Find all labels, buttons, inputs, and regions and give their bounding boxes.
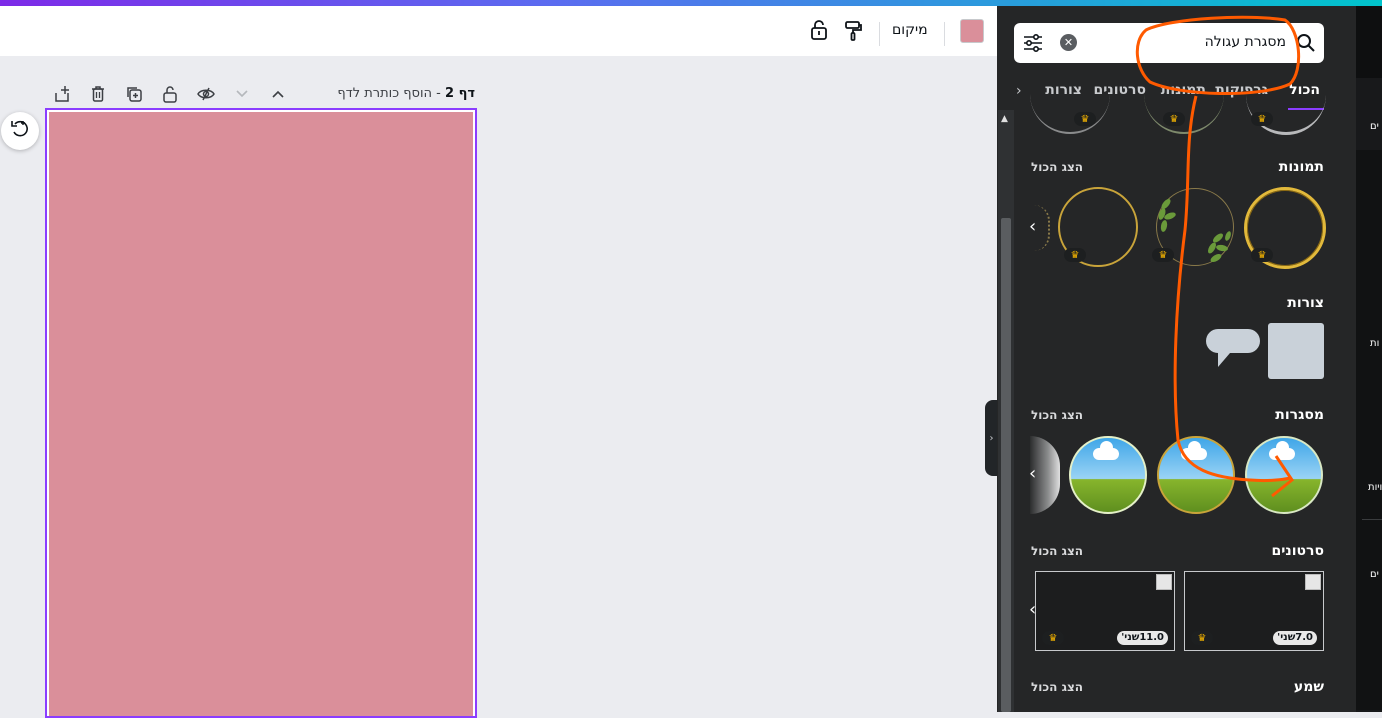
nav-item-label[interactable]: ים [1370, 569, 1379, 580]
section-title-photos: תמונות [1278, 159, 1324, 175]
frame-circle-2[interactable] [1157, 436, 1235, 514]
nav-item-label[interactable]: ויות [1368, 482, 1382, 493]
scroll-up-arrow[interactable]: ▲ [1001, 114, 1008, 124]
broken-image-icon [1305, 574, 1321, 590]
scrollbar-thumb[interactable] [1001, 218, 1011, 712]
section-title-shapes: צורות [1287, 295, 1324, 311]
hide-icon[interactable] [196, 84, 216, 104]
section-title-frames: מסגרות [1275, 407, 1324, 423]
page-number: דף 2 [445, 86, 475, 101]
video-duration: 11.0שני' [1117, 631, 1168, 645]
see-all-photos[interactable]: הצג הכול [1031, 160, 1083, 174]
design-page[interactable] [45, 108, 477, 718]
tabs-scroll-icon[interactable]: › [1016, 83, 1022, 99]
premium-crown-icon: ♛ [1251, 248, 1273, 262]
premium-crown-icon: ♛ [1042, 631, 1064, 645]
premium-crown-icon: ♛ [1191, 631, 1213, 645]
page-background[interactable] [49, 112, 473, 716]
video-thumb[interactable]: 11.0שני' ♛ [1035, 571, 1175, 651]
shape-square[interactable] [1268, 323, 1324, 379]
search-box[interactable]: מסגרת עגולה ✕ [1014, 23, 1324, 63]
chevron-down-icon[interactable] [232, 84, 252, 104]
video-duration: 7.0שני' [1273, 631, 1317, 645]
nav-column [1356, 150, 1382, 710]
chevron-right-icon: › [989, 432, 994, 444]
filter-icon[interactable] [1022, 32, 1044, 58]
toolbar-divider [879, 22, 880, 46]
see-all-frames[interactable]: הצג הכול [1031, 408, 1083, 422]
search-input[interactable]: מסגרת עגולה [1205, 34, 1286, 50]
rotate-refresh-button[interactable] [1, 112, 39, 150]
nav-divider [1362, 519, 1382, 520]
add-page-title-input[interactable]: הוסף כותרת לדף [337, 86, 432, 101]
premium-crown-icon: ♛ [1251, 112, 1273, 126]
editor-toolbar: מיקום [0, 6, 997, 56]
see-all-audio[interactable]: הצג הכול [1031, 680, 1083, 694]
premium-crown-icon: ♛ [1152, 248, 1174, 262]
scroll-left-arrow-icon[interactable]: ‹ [1029, 599, 1036, 620]
shape-speech-bubble[interactable] [1204, 327, 1260, 375]
rotate-icon [9, 118, 31, 144]
frame-circle-1[interactable] [1245, 436, 1323, 514]
nav-item-label[interactable]: ות [1370, 338, 1379, 349]
toolbar-divider [944, 22, 945, 46]
lock-icon[interactable] [808, 18, 830, 42]
premium-crown-icon: ♛ [1163, 112, 1185, 126]
premium-crown-icon: ♛ [1074, 112, 1096, 126]
trash-icon[interactable] [88, 84, 108, 104]
broken-image-icon [1156, 574, 1172, 590]
add-page-icon[interactable] [52, 84, 72, 104]
position-button[interactable]: מיקום [892, 22, 928, 38]
section-title-videos: סרטונים [1271, 543, 1324, 559]
section-title-audio: שמע [1293, 679, 1324, 695]
page-title[interactable]: דף 2 - הוסף כותרת לדף [337, 86, 475, 101]
chevron-up-icon[interactable] [268, 84, 288, 104]
see-all-videos[interactable]: הצג הכול [1031, 544, 1083, 558]
duplicate-icon[interactable] [124, 84, 144, 104]
nav-item-label[interactable]: ים [1370, 121, 1379, 132]
paint-roller-icon[interactable] [842, 19, 864, 43]
page-header: דף 2 - הוסף כותרת לדף [40, 80, 480, 108]
lock-icon[interactable] [160, 84, 180, 104]
page-title-separator: - [436, 86, 441, 101]
scroll-left-arrow-icon[interactable]: ‹ [1029, 463, 1036, 484]
clear-search-icon[interactable]: ✕ [1060, 34, 1077, 51]
frame-circle-3[interactable] [1069, 436, 1147, 514]
color-swatch-button[interactable] [960, 19, 984, 43]
premium-crown-icon: ♛ [1064, 248, 1086, 262]
color-swatch [960, 19, 984, 43]
scroll-left-arrow-icon[interactable]: ‹ [1029, 216, 1036, 237]
nav-item[interactable] [1356, 6, 1382, 78]
search-icon[interactable] [1296, 33, 1316, 57]
right-nav-sidebar: ים ות ויות ים [1356, 6, 1382, 712]
video-thumb[interactable]: 7.0שני' ♛ [1184, 571, 1324, 651]
